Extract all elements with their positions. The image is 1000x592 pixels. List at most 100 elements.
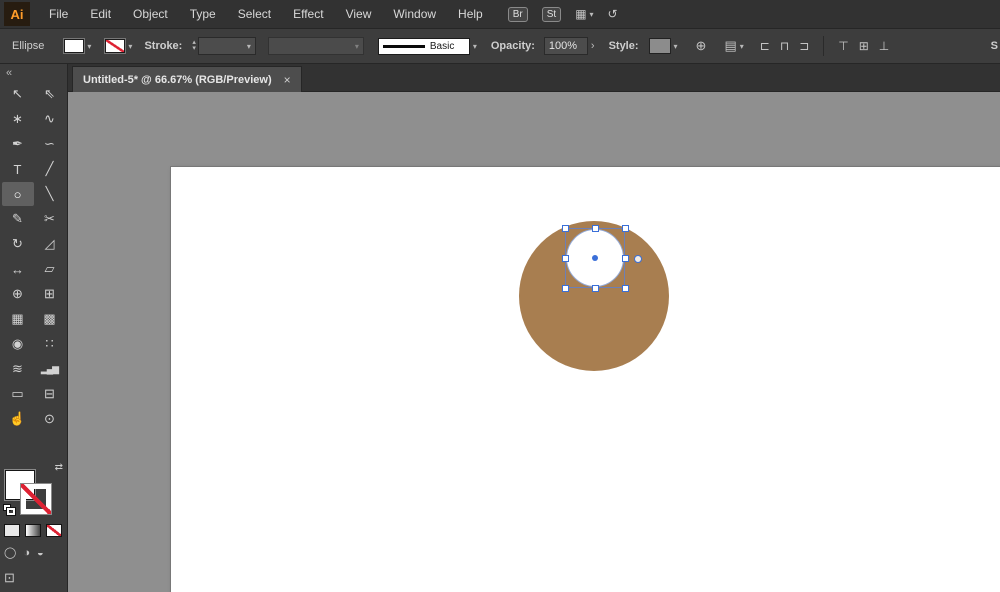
color-type-buttons <box>4 524 62 537</box>
graphic-style-swatch[interactable] <box>649 38 671 54</box>
align-center-vertical-icon[interactable]: ⊞ <box>859 39 869 53</box>
perspective-grid-tool[interactable]: ⊞ <box>34 282 66 306</box>
stepper-down-icon[interactable]: ▾ <box>192 46 196 52</box>
artboard-tool-icon: ▭ <box>11 386 23 402</box>
eyedropper-tool[interactable]: ◉ <box>2 332 34 356</box>
free-transform-tool[interactable]: ▱ <box>34 257 66 281</box>
symbol-sprayer-tool[interactable]: ≋ <box>2 357 34 381</box>
paintbrush-tool-icon: ╲ <box>46 186 54 202</box>
fill-color-dropdown[interactable]: ▾ <box>64 39 91 53</box>
align-right-icon[interactable]: ⊐ <box>799 39 809 53</box>
mesh-tool[interactable]: ▦ <box>2 307 34 331</box>
none-button[interactable] <box>46 524 62 537</box>
hand-tool[interactable]: ☝ <box>2 407 34 431</box>
opacity-panel-arrow-icon[interactable]: › <box>591 40 595 52</box>
document-setup-globe-icon[interactable]: ⊕ <box>696 38 707 54</box>
gradient-tool[interactable]: ▩ <box>34 307 66 331</box>
width-profile-dropdown[interactable]: ▾ <box>268 37 364 55</box>
fill-swatch-icon <box>64 39 84 53</box>
sync-settings-icon[interactable]: ↺ <box>608 7 618 21</box>
direct-selection-tool[interactable]: ⇖ <box>34 82 66 106</box>
selection-handle-se[interactable] <box>622 285 629 292</box>
ellipse-tool[interactable]: ○ <box>2 182 34 206</box>
screen-mode-button[interactable]: ⊡ <box>4 570 15 586</box>
width-tool[interactable]: ↔ <box>2 257 34 281</box>
gradient-button[interactable] <box>25 524 41 537</box>
pen-tool-icon: ✒ <box>12 136 23 152</box>
stroke-color-dropdown[interactable]: ▾ <box>105 39 132 53</box>
default-fill-stroke-icon[interactable] <box>3 504 16 515</box>
hand-tool-icon: ☝ <box>9 411 25 427</box>
align-left-icon[interactable]: ⊏ <box>760 39 770 53</box>
menu-effect[interactable]: Effect <box>282 0 334 28</box>
workspace-switcher-icon[interactable]: ▦ <box>575 7 586 21</box>
shape-center-point[interactable] <box>592 255 598 261</box>
menu-select[interactable]: Select <box>227 0 282 28</box>
live-shape-widget[interactable] <box>634 255 642 263</box>
canvas-area[interactable] <box>68 92 1000 592</box>
pen-tool[interactable]: ✒ <box>2 132 34 156</box>
draw-normal-icon[interactable]: ◯ <box>4 546 16 559</box>
scale-tool[interactable]: ◿ <box>34 232 66 256</box>
scissors-tool-icon: ✂ <box>44 211 55 227</box>
shape-builder-tool[interactable]: ⊕ <box>2 282 34 306</box>
slice-tool[interactable]: ⊟ <box>34 382 66 406</box>
chevron-down-icon: ▾ <box>473 42 477 51</box>
draw-behind-icon[interactable]: ◑ <box>23 547 30 559</box>
selection-handle-ne[interactable] <box>622 225 629 232</box>
workspace-chevron-icon[interactable]: ▾ <box>590 10 594 19</box>
align-center-horizontal-icon[interactable]: ⊓ <box>780 39 789 53</box>
shaper-tool[interactable]: ✎ <box>2 207 34 231</box>
curvature-tool[interactable]: ∽ <box>34 132 66 156</box>
swap-fill-stroke-icon[interactable]: ⇄ <box>55 462 63 473</box>
selection-handle-nw[interactable] <box>562 225 569 232</box>
color-button[interactable] <box>4 524 20 537</box>
selection-handle-w[interactable] <box>562 255 569 262</box>
truncated-label: S <box>991 40 998 52</box>
selection-handle-sw[interactable] <box>562 285 569 292</box>
align-top-icon[interactable]: ⊤ <box>838 39 848 53</box>
menu-type[interactable]: Type <box>179 0 227 28</box>
stroke-color-well[interactable] <box>21 484 51 514</box>
menu-help[interactable]: Help <box>447 0 494 28</box>
rotate-tool[interactable]: ↻ <box>2 232 34 256</box>
opacity-input[interactable]: 100% <box>544 37 588 55</box>
align-bottom-icon[interactable]: ⊥ <box>879 39 889 53</box>
bridge-badge-icon[interactable]: Br <box>508 7 528 22</box>
stroke-weight-stepper[interactable]: ▴ ▾ <box>192 40 196 52</box>
menu-window[interactable]: Window <box>382 0 447 28</box>
scissors-tool[interactable]: ✂ <box>34 207 66 231</box>
menu-object[interactable]: Object <box>122 0 179 28</box>
document-tab[interactable]: Untitled-5* @ 66.67% (RGB/Preview) × <box>72 66 302 92</box>
selection-handle-n[interactable] <box>592 225 599 232</box>
selection-tool[interactable]: ↖ <box>2 82 34 106</box>
zoom-tool[interactable]: ⊙ <box>34 407 66 431</box>
type-tool[interactable]: T <box>2 157 34 181</box>
close-icon[interactable]: × <box>284 73 291 87</box>
artboard-tool[interactable]: ▭ <box>2 382 34 406</box>
collapse-panel-icon[interactable]: « <box>0 64 67 82</box>
brush-definition-dropdown[interactable]: Basic ▾ <box>378 38 477 55</box>
menu-edit[interactable]: Edit <box>79 0 122 28</box>
opacity-label: Opacity: <box>491 40 535 52</box>
menu-file[interactable]: File <box>38 0 79 28</box>
stock-badge-icon[interactable]: St <box>542 7 561 22</box>
magic-wand-tool[interactable]: ∗ <box>2 107 34 131</box>
stroke-weight-dropdown[interactable]: ▾ <box>198 37 256 55</box>
draw-inside-icon[interactable]: ◒ <box>37 547 44 559</box>
chevron-down-icon[interactable]: ▾ <box>740 42 744 51</box>
paintbrush-tool[interactable]: ╲ <box>34 182 66 206</box>
selection-handle-s[interactable] <box>592 285 599 292</box>
lasso-tool[interactable]: ∿ <box>34 107 66 131</box>
menu-view[interactable]: View <box>335 0 383 28</box>
line-segment-tool[interactable]: ╱ <box>34 157 66 181</box>
type-tool-icon: T <box>14 162 22 177</box>
column-graph-tool[interactable]: ▂▄▆ <box>34 357 66 381</box>
divider <box>823 36 824 56</box>
blend-tool[interactable]: ∷ <box>34 332 66 356</box>
selection-handle-e[interactable] <box>622 255 629 262</box>
app-logo: Ai <box>4 2 30 26</box>
chevron-down-icon[interactable]: ▾ <box>674 42 678 51</box>
transform-panel-icon[interactable]: ▤ <box>724 38 736 54</box>
lasso-tool-icon: ∿ <box>44 111 55 127</box>
